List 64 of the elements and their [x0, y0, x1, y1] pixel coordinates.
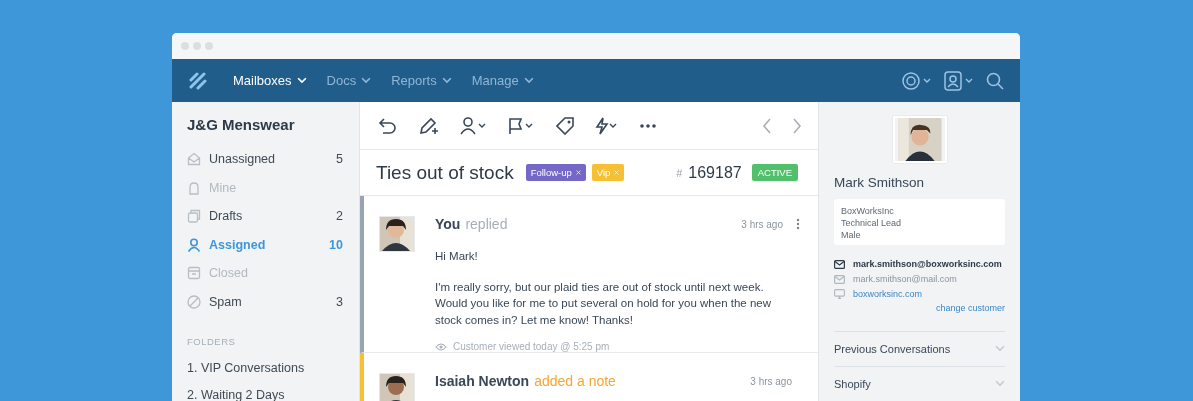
archive-icon — [187, 266, 201, 281]
tag-icon[interactable] — [556, 116, 574, 135]
mailbox-folder[interactable]: Spam 3 — [187, 287, 343, 316]
collapsible-section[interactable]: Shopify — [834, 366, 1005, 401]
nav-menu[interactable]: Mailboxes — [233, 73, 307, 88]
message-text: I'm really sorry, but our plaid ties are out of stock until next week. Would you like for me to put several on hold for you when the new stock comes in? Let me know! Thanks! — [435, 279, 773, 328]
mailbox-folder[interactable]: Drafts 2 — [187, 202, 343, 231]
mailbox-title: J&G Menswear — [187, 116, 296, 133]
email-address: mark.smithson@boxworksinc.com — [853, 259, 1002, 270]
envelope-icon — [834, 259, 845, 269]
inbox-icon — [187, 152, 201, 167]
thread-author: You — [435, 216, 461, 232]
nav-menu[interactable]: Reports — [391, 73, 452, 88]
monitor-icon — [834, 288, 845, 299]
thread-action: added a note — [534, 373, 616, 389]
next-icon[interactable] — [792, 117, 802, 134]
caret-icon — [995, 380, 1005, 388]
customer-name: Mark Smithson — [834, 175, 926, 191]
thread-time: 3 hrs ago — [741, 218, 783, 230]
envelope-icon — [834, 274, 845, 284]
hash-sign: # — [676, 166, 683, 179]
profile-icon[interactable] — [944, 70, 974, 91]
conversation-number: 169187 — [688, 163, 742, 182]
mailbox-folder[interactable]: Assigned 10 — [187, 230, 343, 259]
caret-icon — [296, 77, 307, 84]
change-customer-link[interactable]: change customer — [935, 303, 1005, 313]
status-badge: ACTIVE — [751, 164, 798, 181]
caret-icon — [361, 77, 372, 84]
website-link[interactable]: boxworksinc.com — [853, 288, 923, 299]
conversation-subject: Ties out of stock — [376, 161, 514, 184]
folder-item[interactable]: 1. VIP Conversations — [187, 361, 343, 388]
customer-detail: BoxWorksInc — [841, 205, 895, 218]
folder-item[interactable]: 2. Waiting 2 Days — [187, 388, 343, 401]
collapsible-section[interactable]: Previous Conversations — [834, 331, 1005, 366]
nav-menu[interactable]: Manage — [471, 73, 534, 88]
email-address: mark.smithson@mail.com — [853, 274, 957, 284]
caret-icon — [441, 77, 452, 84]
viewed-status: Customer viewed today @ 5:25 pm — [453, 341, 610, 352]
customer-detail: Male — [841, 229, 862, 242]
logo-icon[interactable] — [189, 71, 207, 90]
more-icon[interactable] — [640, 123, 656, 128]
section-heading: FOLDERS — [187, 336, 237, 347]
eye-icon — [435, 342, 447, 351]
note-icon[interactable] — [418, 115, 440, 136]
previous-icon[interactable] — [762, 117, 772, 134]
message-text: Hi Mark! — [435, 249, 479, 264]
caret-icon — [995, 345, 1005, 353]
caret-icon — [523, 77, 534, 84]
thread-time: 3 hrs ago — [750, 375, 792, 387]
close-icon[interactable] — [575, 170, 581, 175]
thread-author: Isaiah Newton — [435, 373, 530, 389]
tag[interactable]: Follow-up — [525, 164, 586, 181]
nav-menu[interactable]: Docs — [326, 73, 372, 88]
drafts-icon — [187, 209, 201, 224]
reply-icon[interactable] — [378, 116, 398, 135]
hand-icon — [187, 180, 201, 195]
person-icon — [187, 237, 201, 252]
assign-icon[interactable] — [460, 116, 488, 135]
search-icon[interactable] — [986, 71, 1004, 90]
customer-detail: Technical Lead — [841, 217, 903, 230]
mailbox-folder[interactable]: Unassigned 5 — [187, 145, 343, 174]
blocked-icon — [187, 294, 201, 309]
thread-action: replied — [465, 216, 508, 232]
help-icon[interactable] — [902, 70, 932, 91]
